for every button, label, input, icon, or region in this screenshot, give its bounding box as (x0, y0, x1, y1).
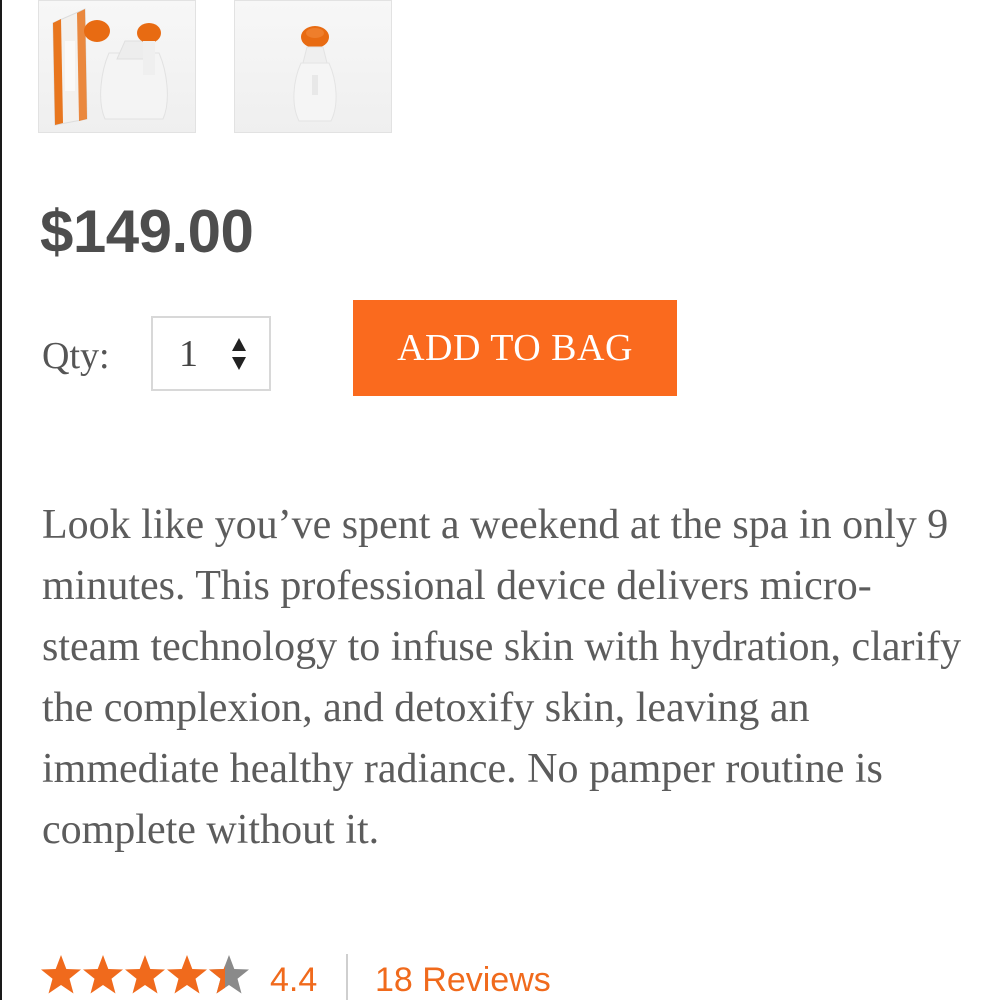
product-price: $149.00 (40, 198, 254, 265)
star-rating-icon (41, 955, 249, 994)
reviews-link[interactable]: 18 Reviews (375, 958, 551, 1000)
product-description: Look like you’ve spent a weekend at the … (42, 502, 962, 853)
rating-value: 4.4 (270, 961, 318, 999)
star-4-icon (167, 955, 207, 994)
product-box-and-steamer-image (52, 8, 168, 126)
star-3-icon (125, 955, 165, 994)
thumbnail-product-steamer[interactable] (234, 0, 392, 133)
star-2-icon (83, 955, 123, 994)
product-steamer-image (293, 26, 337, 122)
star-5-icon (209, 955, 249, 994)
star-1-icon (41, 955, 81, 994)
quantity-select[interactable]: 1 (151, 316, 271, 391)
add-to-bag-button[interactable]: ADD TO BAG (353, 300, 677, 396)
quantity-value: 1 (179, 333, 198, 375)
rating-divider (346, 954, 348, 1000)
left-window-edge (0, 0, 2, 1000)
rating-summary: 4.4 18 Reviews (40, 950, 740, 1000)
quantity-label: Qty: (42, 335, 110, 377)
stepper-arrows-icon (232, 338, 246, 370)
thumbnail-product-with-box[interactable] (38, 0, 196, 133)
